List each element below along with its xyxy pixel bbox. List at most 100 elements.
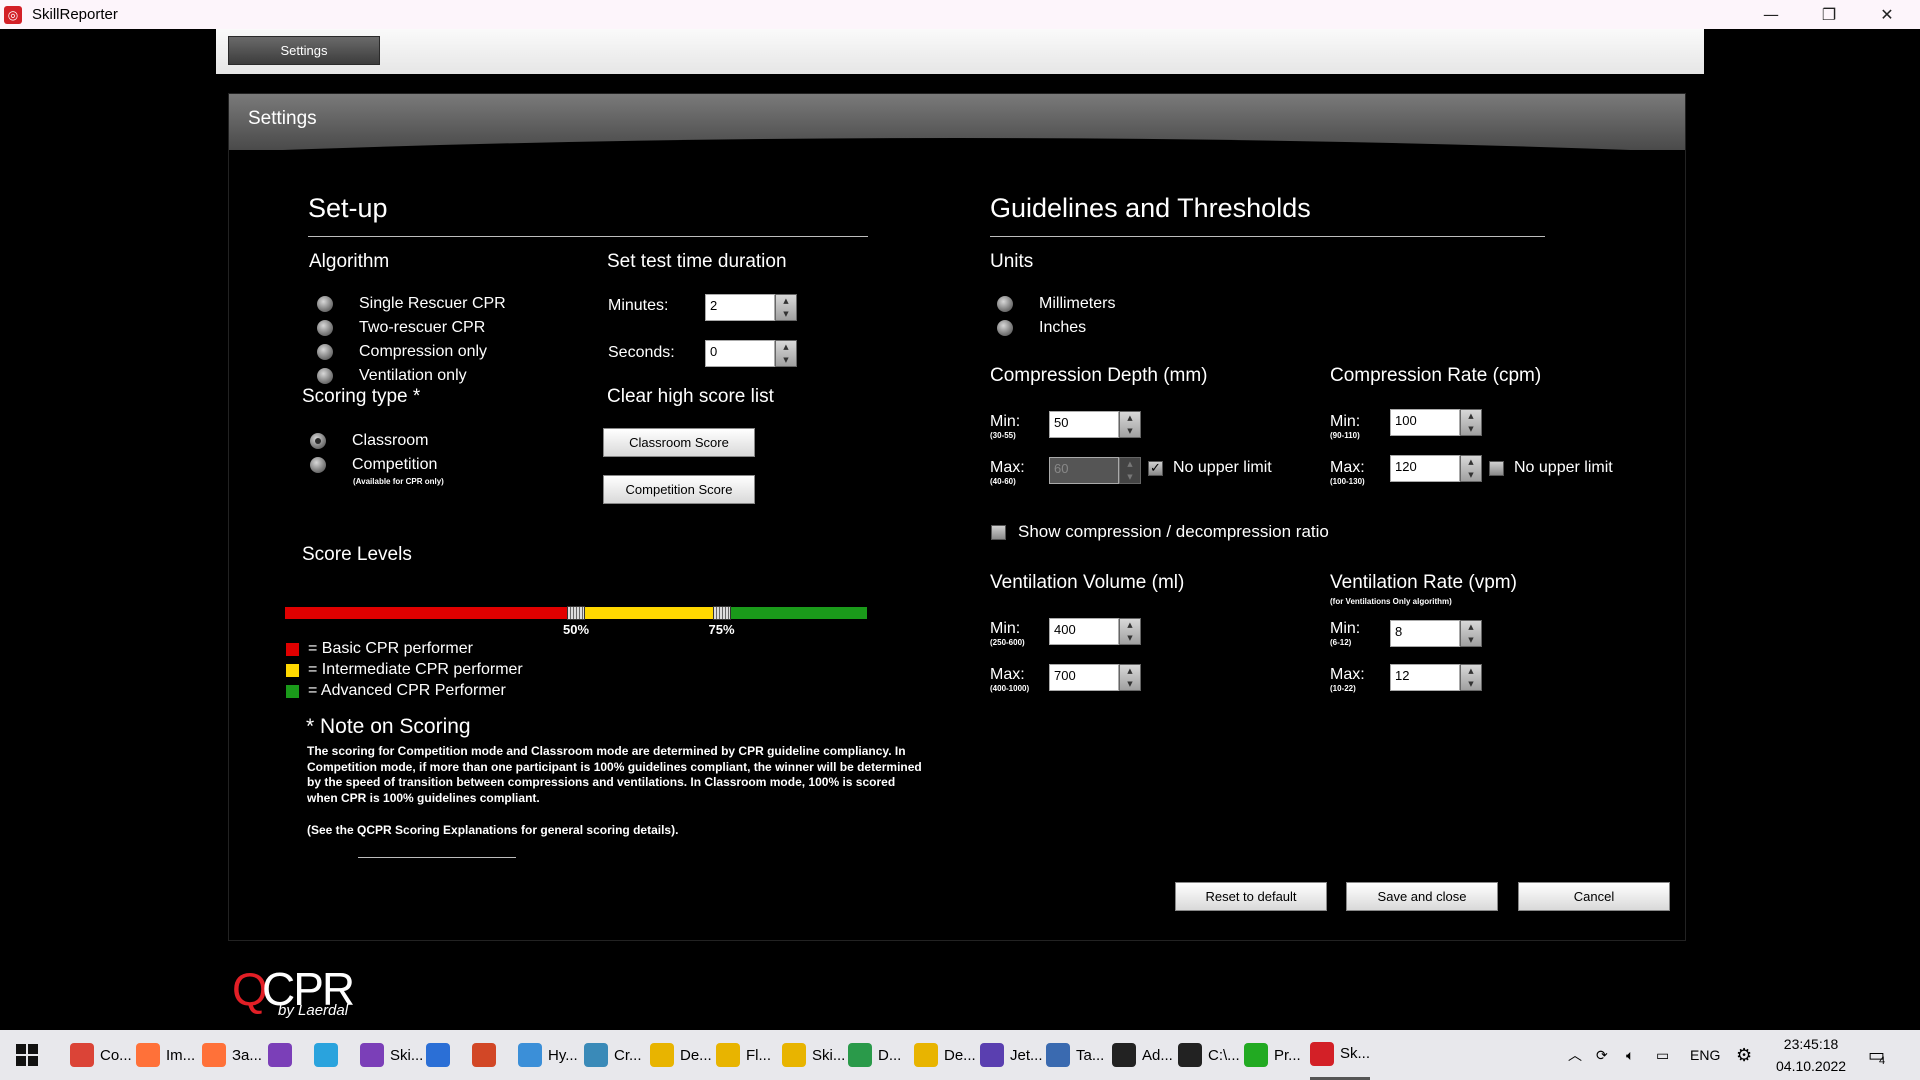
minutes-input[interactable]: 2	[705, 294, 775, 321]
down-arrow-icon[interactable]: ▼	[783, 310, 788, 318]
taskbar-app-18[interactable]: C:\...	[1178, 1030, 1240, 1080]
taskbar-app-2[interactable]: За...	[202, 1030, 262, 1080]
depth-max-input[interactable]: 60	[1049, 457, 1119, 484]
minimize-button[interactable]: —	[1742, 0, 1800, 29]
down-arrow-icon[interactable]: ▼	[1127, 634, 1132, 642]
vent-rate-min-arrows[interactable]: ▲ ▼	[1460, 620, 1482, 647]
taskbar-app-20[interactable]: Sk...	[1310, 1030, 1371, 1080]
rate-max-input[interactable]: 120	[1390, 455, 1460, 482]
start-button[interactable]	[16, 1030, 38, 1080]
up-arrow-icon[interactable]: ▲	[783, 297, 788, 305]
down-arrow-icon[interactable]: ▼	[1127, 680, 1132, 688]
down-arrow-icon[interactable]: ▼	[1468, 425, 1473, 433]
taskbar-app-13[interactable]: D...	[848, 1030, 901, 1080]
taskbar-app-0[interactable]: Co...	[70, 1030, 132, 1080]
down-arrow-icon[interactable]: ▼	[1468, 680, 1473, 688]
sync-icon[interactable]: ⟳	[1596, 1030, 1608, 1080]
rate-min-stepper[interactable]: 100 ▲ ▼	[1390, 409, 1482, 436]
radio-single-rescuer[interactable]	[317, 296, 333, 312]
up-arrow-icon[interactable]: ▲	[1468, 623, 1473, 631]
taskbar-app-9[interactable]: Cr...	[584, 1030, 642, 1080]
taskbar-app-16[interactable]: Ta...	[1046, 1030, 1104, 1080]
competition-score-button[interactable]: Competition Score	[603, 475, 755, 504]
notifications-icon[interactable]: ▭ 4	[1868, 1030, 1885, 1080]
seconds-stepper[interactable]: 0 ▲ ▼	[705, 340, 797, 367]
tray-chevron-icon[interactable]: ︿	[1568, 1030, 1582, 1080]
down-arrow-icon[interactable]: ▼	[1127, 473, 1132, 481]
down-arrow-icon[interactable]: ▼	[1127, 427, 1132, 435]
threshold-handle-75[interactable]	[712, 606, 731, 620]
depth-max-stepper[interactable]: 60 ▲ ▼	[1049, 457, 1141, 484]
clock[interactable]: 23:45:18 04.10.2022	[1776, 1030, 1846, 1080]
vent-volume-min-stepper[interactable]: 400 ▲ ▼	[1049, 618, 1141, 645]
ratio-checkbox[interactable]	[991, 525, 1006, 540]
taskbar-app-3[interactable]	[268, 1030, 298, 1080]
up-arrow-icon[interactable]: ▲	[1127, 621, 1132, 629]
radio-ventilation-only[interactable]	[317, 368, 333, 384]
vent-rate-max-arrows[interactable]: ▲ ▼	[1460, 664, 1482, 691]
taskbar-app-12[interactable]: Ski...	[782, 1030, 845, 1080]
vent-volume-min-arrows[interactable]: ▲ ▼	[1119, 618, 1141, 645]
taskbar-app-10[interactable]: De...	[650, 1030, 712, 1080]
radio-two-rescuer[interactable]	[317, 320, 333, 336]
up-arrow-icon[interactable]: ▲	[1468, 412, 1473, 420]
rate-min-arrows[interactable]: ▲ ▼	[1460, 409, 1482, 436]
minutes-stepper[interactable]: 2 ▲ ▼	[705, 294, 797, 321]
up-arrow-icon[interactable]: ▲	[1468, 667, 1473, 675]
taskbar-app-1[interactable]: Im...	[136, 1030, 195, 1080]
rate-min-input[interactable]: 100	[1390, 409, 1460, 436]
language-indicator[interactable]: ENG	[1690, 1030, 1720, 1080]
taskbar-app-4[interactable]	[314, 1030, 344, 1080]
taskbar-app-15[interactable]: Jet...	[980, 1030, 1043, 1080]
vent-rate-min-stepper[interactable]: 8 ▲ ▼	[1390, 620, 1482, 647]
down-arrow-icon[interactable]: ▼	[1468, 471, 1473, 479]
reset-default-button[interactable]: Reset to default	[1175, 882, 1327, 911]
depth-no-upper-checkbox[interactable]: ✓	[1148, 461, 1163, 476]
up-arrow-icon[interactable]: ▲	[1127, 414, 1132, 422]
vent-volume-max-input[interactable]: 700	[1049, 664, 1119, 691]
taskbar-app-6[interactable]	[426, 1030, 456, 1080]
minutes-arrows[interactable]: ▲ ▼	[775, 294, 797, 321]
taskbar-app-11[interactable]: Fl...	[716, 1030, 771, 1080]
taskbar-app-8[interactable]: Hy...	[518, 1030, 578, 1080]
seconds-input[interactable]: 0	[705, 340, 775, 367]
vent-rate-max-stepper[interactable]: 12 ▲ ▼	[1390, 664, 1482, 691]
taskbar-app-14[interactable]: De...	[914, 1030, 976, 1080]
down-arrow-icon[interactable]: ▼	[783, 356, 788, 364]
volume-icon[interactable]: 🔈︎	[1626, 1030, 1634, 1080]
taskbar-app-19[interactable]: Pr...	[1244, 1030, 1301, 1080]
up-arrow-icon[interactable]: ▲	[1127, 460, 1132, 468]
vent-rate-min-input[interactable]: 8	[1390, 620, 1460, 647]
close-button[interactable]: ✕	[1858, 0, 1916, 29]
cancel-button[interactable]: Cancel	[1518, 882, 1670, 911]
taskbar-app-5[interactable]: Ski...	[360, 1030, 423, 1080]
depth-max-arrows[interactable]: ▲ ▼	[1119, 457, 1141, 484]
depth-min-input[interactable]: 50	[1049, 411, 1119, 438]
radio-competition[interactable]	[310, 457, 326, 473]
rate-max-stepper[interactable]: 120 ▲ ▼	[1390, 455, 1482, 482]
up-arrow-icon[interactable]: ▲	[1468, 458, 1473, 466]
rate-no-upper-checkbox[interactable]	[1489, 461, 1504, 476]
battery-icon[interactable]: ▭	[1656, 1030, 1669, 1080]
seconds-arrows[interactable]: ▲ ▼	[775, 340, 797, 367]
threshold-handle-50[interactable]	[567, 606, 585, 620]
save-close-button[interactable]: Save and close	[1346, 882, 1498, 911]
vent-volume-min-input[interactable]: 400	[1049, 618, 1119, 645]
up-arrow-icon[interactable]: ▲	[1127, 667, 1132, 675]
rate-max-arrows[interactable]: ▲ ▼	[1460, 455, 1482, 482]
down-arrow-icon[interactable]: ▼	[1468, 636, 1473, 644]
radio-inches[interactable]	[997, 320, 1013, 336]
taskbar-app-7[interactable]	[472, 1030, 502, 1080]
radio-classroom[interactable]	[310, 433, 326, 449]
restore-button[interactable]: ❐	[1800, 0, 1858, 29]
vent-volume-max-arrows[interactable]: ▲ ▼	[1119, 664, 1141, 691]
radio-compression-only[interactable]	[317, 344, 333, 360]
taskbar-app-17[interactable]: Ad...	[1112, 1030, 1173, 1080]
settings-tab[interactable]: Settings	[228, 36, 380, 65]
up-arrow-icon[interactable]: ▲	[783, 343, 788, 351]
settings-gear-icon[interactable]: ⚙	[1736, 1030, 1752, 1080]
classroom-score-button[interactable]: Classroom Score	[603, 428, 755, 457]
vent-rate-max-input[interactable]: 12	[1390, 664, 1460, 691]
vent-volume-max-stepper[interactable]: 700 ▲ ▼	[1049, 664, 1141, 691]
depth-min-stepper[interactable]: 50 ▲ ▼	[1049, 411, 1141, 438]
